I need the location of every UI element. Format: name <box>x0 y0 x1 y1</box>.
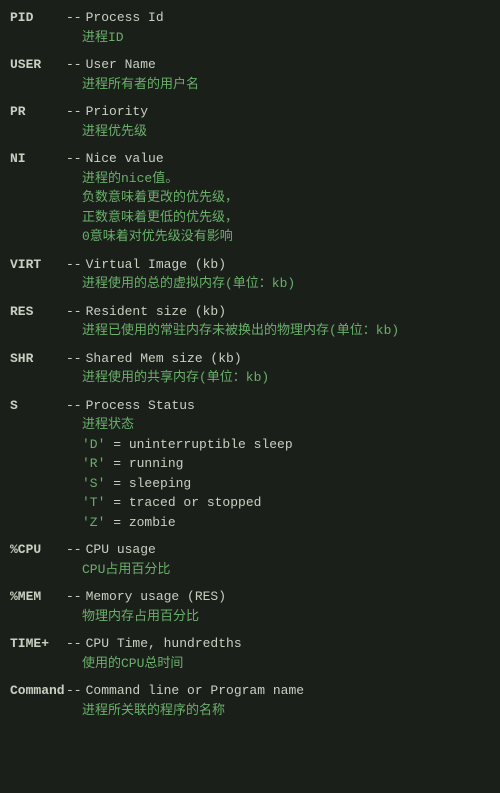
command-entry-header: Command-- Command line or Program name <box>10 681 490 701</box>
time-entry-desc-zh-0: 使用的CPU总时间 <box>10 654 490 674</box>
s-entry-desc-en: Process Status <box>86 396 195 416</box>
virt-entry-header: VIRT-- Virtual Image (kb) <box>10 255 490 275</box>
shr-entry-desc-zh-0: 进程使用的共享内存(单位：kb) <box>10 368 490 388</box>
cpu-entry-dash: -- <box>66 540 82 560</box>
user-entry: USER-- User Name进程所有者的用户名 <box>10 55 490 94</box>
virt-entry: VIRT-- Virtual Image (kb)进程使用的总的虚拟内存(单位：… <box>10 255 490 294</box>
res-entry-desc-en: Resident size (kb) <box>86 302 226 322</box>
s-entry-sub-0: 'D' = uninterruptible sleep <box>10 435 490 455</box>
s-entry-dash: -- <box>66 396 82 416</box>
pid-entry: PID-- Process Id进程ID <box>10 8 490 47</box>
pr-entry-header: PR-- Priority <box>10 102 490 122</box>
time-entry-dash: -- <box>66 634 82 654</box>
shr-entry-desc-en: Shared Mem size (kb) <box>86 349 242 369</box>
ni-entry-desc-zh-0: 进程的nice值。 <box>10 169 490 189</box>
ni-entry: NI-- Nice value进程的nice值。负数意味着更改的优先级，正数意味… <box>10 149 490 247</box>
cpu-entry-desc-zh-0: CPU占用百分比 <box>10 560 490 580</box>
res-entry-desc-zh-0: 进程已使用的常驻内存未被换出的物理内存(单位：kb) <box>10 321 490 341</box>
virt-entry-desc-en: Virtual Image (kb) <box>86 255 226 275</box>
time-entry: TIME+-- CPU Time, hundredths使用的CPU总时间 <box>10 634 490 673</box>
user-entry-desc-en: User Name <box>86 55 156 75</box>
s-entry-header: S-- Process Status <box>10 396 490 416</box>
command-entry-key: Command <box>10 681 66 701</box>
s-entry: S-- Process Status进程状态'D' = uninterrupti… <box>10 396 490 533</box>
pr-entry-dash: -- <box>66 102 82 122</box>
res-entry-dash: -- <box>66 302 82 322</box>
pid-entry-desc-zh-0: 进程ID <box>10 28 490 48</box>
user-entry-header: USER-- User Name <box>10 55 490 75</box>
cpu-entry: %CPU-- CPU usageCPU占用百分比 <box>10 540 490 579</box>
s-entry-key: S <box>10 396 66 416</box>
shr-entry-key: SHR <box>10 349 66 369</box>
pr-entry-desc-zh-0: 进程优先级 <box>10 122 490 142</box>
s-entry-sub-2: 'S' = sleeping <box>10 474 490 494</box>
ni-entry-desc-en: Nice value <box>86 149 164 169</box>
mem-entry-desc-zh-0: 物理内存占用百分比 <box>10 607 490 627</box>
mem-entry-desc-en: Memory usage (RES) <box>86 587 226 607</box>
command-entry-desc-zh-0: 进程所关联的程序的名称 <box>10 701 490 721</box>
time-entry-desc-en: CPU Time, hundredths <box>86 634 242 654</box>
ni-entry-header: NI-- Nice value <box>10 149 490 169</box>
pid-entry-key: PID <box>10 8 66 28</box>
s-entry-sub-key-2: 'S' <box>82 476 113 491</box>
shr-entry-dash: -- <box>66 349 82 369</box>
cpu-entry-header: %CPU-- CPU usage <box>10 540 490 560</box>
user-entry-desc-zh-0: 进程所有者的用户名 <box>10 75 490 95</box>
cpu-entry-key: %CPU <box>10 540 66 560</box>
ni-entry-desc-zh-2: 正数意味着更低的优先级， <box>10 208 490 228</box>
pr-entry-key: PR <box>10 102 66 122</box>
command-entry-desc-en: Command line or Program name <box>86 681 304 701</box>
s-entry-sub-val-3: = traced or stopped <box>113 495 261 510</box>
user-entry-dash: -- <box>66 55 82 75</box>
pid-entry-header: PID-- Process Id <box>10 8 490 28</box>
s-entry-sub-1: 'R' = running <box>10 454 490 474</box>
virt-entry-desc-zh-0: 进程使用的总的虚拟内存(单位：kb) <box>10 274 490 294</box>
shr-entry: SHR-- Shared Mem size (kb)进程使用的共享内存(单位：k… <box>10 349 490 388</box>
mem-entry-key: %MEM <box>10 587 66 607</box>
ni-entry-desc-zh-1: 负数意味着更改的优先级， <box>10 188 490 208</box>
s-entry-sub-val-1: = running <box>113 456 183 471</box>
cpu-entry-desc-en: CPU usage <box>86 540 156 560</box>
pid-entry-dash: -- <box>66 8 82 28</box>
res-entry: RES-- Resident size (kb)进程已使用的常驻内存未被换出的物… <box>10 302 490 341</box>
mem-entry: %MEM-- Memory usage (RES)物理内存占用百分比 <box>10 587 490 626</box>
time-entry-key: TIME+ <box>10 634 66 654</box>
pr-entry-desc-en: Priority <box>86 102 148 122</box>
pr-entry: PR-- Priority进程优先级 <box>10 102 490 141</box>
mem-entry-dash: -- <box>66 587 82 607</box>
virt-entry-dash: -- <box>66 255 82 275</box>
s-entry-sub-3: 'T' = traced or stopped <box>10 493 490 513</box>
ni-entry-dash: -- <box>66 149 82 169</box>
s-entry-sub-key-4: 'Z' <box>82 515 113 530</box>
ni-entry-desc-zh-3: 0意味着对优先级没有影响 <box>10 227 490 247</box>
s-entry-sub-val-2: = sleeping <box>113 476 191 491</box>
user-entry-key: USER <box>10 55 66 75</box>
s-entry-sub-key-1: 'R' <box>82 456 113 471</box>
ni-entry-key: NI <box>10 149 66 169</box>
main-content: PID-- Process Id进程IDUSER-- User Name进程所有… <box>10 8 490 720</box>
s-entry-sub-key-3: 'T' <box>82 495 113 510</box>
mem-entry-header: %MEM-- Memory usage (RES) <box>10 587 490 607</box>
command-entry: Command-- Command line or Program name进程… <box>10 681 490 720</box>
s-entry-sub-val-4: = zombie <box>113 515 175 530</box>
s-entry-sub-4: 'Z' = zombie <box>10 513 490 533</box>
res-entry-header: RES-- Resident size (kb) <box>10 302 490 322</box>
virt-entry-key: VIRT <box>10 255 66 275</box>
s-entry-sub-val-0: = uninterruptible sleep <box>113 437 292 452</box>
shr-entry-header: SHR-- Shared Mem size (kb) <box>10 349 490 369</box>
pid-entry-desc-en: Process Id <box>86 8 164 28</box>
res-entry-key: RES <box>10 302 66 322</box>
time-entry-header: TIME+-- CPU Time, hundredths <box>10 634 490 654</box>
s-entry-desc-zh-0: 进程状态 <box>10 415 490 435</box>
command-entry-dash: -- <box>66 681 82 701</box>
s-entry-sub-key-0: 'D' <box>82 437 113 452</box>
